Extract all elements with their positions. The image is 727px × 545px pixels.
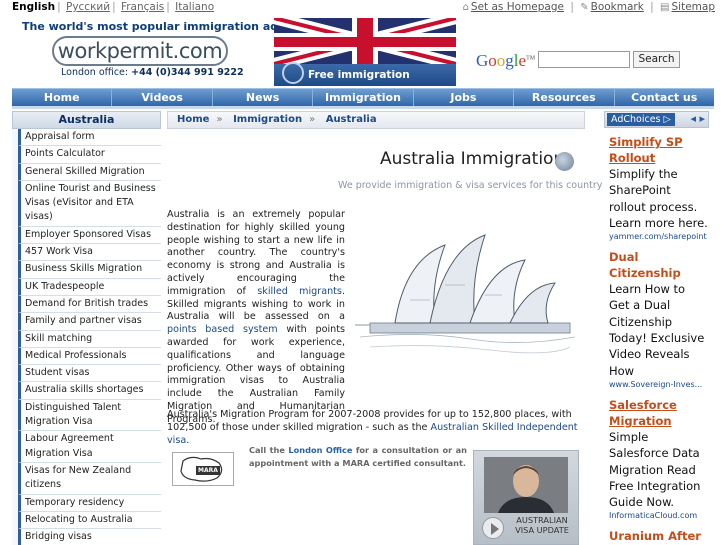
sidebar-item-medical[interactable]: Medical Professionals: [18, 347, 161, 366]
lang-italian[interactable]: Italiano: [175, 1, 214, 13]
nav-divider: [12, 106, 714, 109]
office-phone: +44 (0)344 991 9222: [131, 67, 244, 78]
breadcrumb-home[interactable]: Home: [177, 114, 209, 125]
set-homepage-link[interactable]: Set as Homepage: [471, 1, 564, 13]
intro-paragraph: Australia is an extremely popular destin…: [167, 209, 345, 425]
page-subtitle: We provide immigration & visa services f…: [338, 180, 603, 191]
sidebar-item-labour-agreement[interactable]: Labour Agreement Migration Visa: [18, 431, 161, 463]
ad-title[interactable]: Simplify SP Rollout: [609, 134, 709, 166]
ad-nav-arrows-icon[interactable]: ◂ ▸: [690, 112, 705, 125]
points-based-system-link[interactable]: points based system: [167, 324, 278, 335]
nav-videos[interactable]: Videos: [112, 89, 213, 106]
video-caption: AUSTRALIAN VISA UPDATE: [515, 515, 569, 535]
sidebar-item-student-visas[interactable]: Student visas: [18, 365, 161, 383]
sidebar-item-family-partner[interactable]: Family and partner visas: [18, 313, 161, 331]
sidebar-item-temporary-residency[interactable]: Temporary residency: [18, 494, 161, 512]
sidebar-item-general-skilled[interactable]: General Skilled Migration: [18, 163, 161, 181]
ad-title[interactable]: Salesforce Migration: [609, 397, 709, 429]
bookmark-link[interactable]: Bookmark: [591, 1, 644, 13]
plane-icon: [555, 152, 574, 171]
skilled-migrants-link[interactable]: skilled migrants: [257, 286, 342, 297]
ad-item[interactable]: Salesforce Migration Simple Salesforce D…: [609, 397, 709, 522]
sidebar-item-457-visa[interactable]: 457 Work Visa: [18, 244, 161, 262]
migration-program-paragraph: Australia's Migration Program for 2007-2…: [167, 409, 578, 446]
breadcrumb-australia[interactable]: Australia: [326, 114, 377, 125]
free-assessment-banner[interactable]: Free immigration assessment: [274, 18, 456, 86]
ad-column: AdChoices ▷ ◂ ▸ Simplify SP Rollout Simp…: [604, 111, 709, 545]
adchoices-badge[interactable]: AdChoices ▷: [607, 113, 675, 126]
sidebar-item-distinguished-talent[interactable]: Distinguished Talent Migration Visa: [18, 399, 161, 432]
lang-french[interactable]: Français: [121, 1, 164, 13]
call-office-text: Call the London Office for a consultatio…: [249, 445, 467, 468]
site-logo[interactable]: workpermit.com: [52, 36, 228, 66]
google-logo: GoogleTM: [476, 51, 536, 70]
ad-header: AdChoices ▷ ◂ ▸: [604, 111, 709, 128]
sidebar-item-employer-sponsored[interactable]: Employer Sponsored Visas: [18, 226, 161, 245]
video-thumbnail[interactable]: AUSTRALIAN VISA UPDATE: [473, 450, 579, 545]
sidebar-item-uk-tradespeople[interactable]: UK Tradespeople: [18, 278, 161, 296]
sidebar-item-relocating[interactable]: Relocating to Australia: [18, 511, 161, 530]
home-icon: ⌂: [462, 2, 469, 13]
cursor-icon: [282, 62, 304, 84]
ad-item[interactable]: Dual Citizenship Learn How to Get a Dual…: [609, 249, 709, 391]
page-title: Australia Immigration: [380, 149, 565, 169]
office-info: London office: +44 (0)344 991 9222: [61, 67, 244, 78]
ad-description: Simplify the SharePoint rollout process.…: [609, 167, 708, 230]
london-office-link[interactable]: London Office: [288, 445, 352, 455]
sidebar-item-skills-shortages[interactable]: Australia skills shortages: [18, 382, 161, 400]
ad-description: Learn How to Get a Dual Citizenship Toda…: [609, 282, 705, 378]
bookmark-icon: ✎: [580, 2, 589, 13]
nav-jobs[interactable]: Jobs: [414, 89, 515, 106]
presenter-image: [484, 457, 568, 513]
sitemap-link[interactable]: Sitemap: [672, 1, 716, 13]
lang-russian[interactable]: Русский: [66, 1, 110, 13]
ad-url[interactable]: yammer.com/sharepoint: [609, 231, 709, 243]
search-input[interactable]: [538, 51, 630, 68]
breadcrumb: Home» Immigration» Australia: [167, 111, 585, 129]
sidebar-item-points-calculator[interactable]: Points Calculator: [18, 146, 161, 164]
sydney-opera-house-image: [350, 205, 579, 375]
nav-resources[interactable]: Resources: [514, 89, 615, 106]
nav-contact[interactable]: Contact us: [615, 89, 714, 106]
ad-title[interactable]: Dual Citizenship: [609, 249, 709, 281]
sidebar-title: Australia: [12, 111, 161, 129]
search-button[interactable]: Search: [633, 51, 680, 68]
sidebar: Australia Appraisal form Points Calculat…: [12, 111, 161, 545]
office-label: London office:: [61, 67, 129, 78]
nav-immigration[interactable]: Immigration: [313, 89, 414, 106]
main-nav: Home Videos News Immigration Jobs Resour…: [12, 88, 714, 106]
ad-url[interactable]: www.Sovereign-Inves...: [609, 379, 709, 391]
sidebar-item-new-zealand[interactable]: Visas for New Zealand citizens: [18, 462, 161, 495]
lang-english[interactable]: English: [12, 1, 55, 13]
ad-description: Simple Salesforce Data Migration Read Fr…: [609, 429, 701, 510]
top-links: ⌂ Set as Homepage | ✎ Bookmark | ▤ Sitemap: [462, 1, 716, 13]
ad-item[interactable]: Simplify SP Rollout Simplify the SharePo…: [609, 134, 709, 243]
breadcrumb-immigration[interactable]: Immigration: [233, 114, 302, 125]
nav-home[interactable]: Home: [12, 89, 113, 106]
nav-news[interactable]: News: [213, 89, 314, 106]
sidebar-item-bridging-visas[interactable]: Bridging visas: [18, 529, 161, 545]
sidebar-item-skill-matching[interactable]: Skill matching: [18, 330, 161, 348]
ad-item[interactable]: Uranium After: [609, 528, 709, 544]
sitemap-icon: ▤: [660, 2, 670, 13]
ad-title[interactable]: Uranium After: [609, 528, 709, 544]
play-icon[interactable]: [482, 517, 504, 539]
sidebar-item-british-trades[interactable]: Demand for British trades: [18, 295, 161, 314]
mara-label: MARA: [196, 466, 220, 475]
sidebar-item-appraisal-form[interactable]: Appraisal form: [18, 129, 161, 147]
sidebar-item-online-visas[interactable]: Online Tourist and Business Visas (eVisi…: [18, 180, 161, 227]
sidebar-item-business-skills[interactable]: Business Skills Migration: [18, 261, 161, 279]
language-bar: English | Русский | Français | Italiano: [12, 1, 215, 13]
ad-url[interactable]: InformaticaCloud.com: [609, 510, 709, 522]
